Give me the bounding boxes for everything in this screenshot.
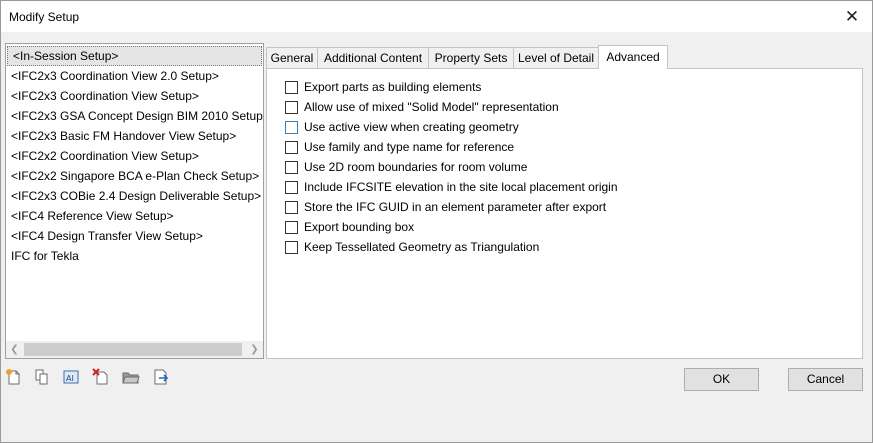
setup-item[interactable]: <IFC2x3 GSA Concept Design BIM 2010 Setu… bbox=[6, 106, 263, 126]
option-label: Include IFCSITE elevation in the site lo… bbox=[304, 180, 618, 194]
setup-item[interactable]: <IFC2x3 Basic FM Handover View Setup> bbox=[6, 126, 263, 146]
option-use-active-view[interactable]: Use active view when creating geometry bbox=[285, 119, 519, 135]
setup-item[interactable]: <IFC4 Reference View Setup> bbox=[6, 206, 263, 226]
option-label: Export parts as building elements bbox=[304, 80, 482, 94]
checkbox[interactable] bbox=[285, 220, 298, 234]
option-ifcsite-elevation[interactable]: Include IFCSITE elevation in the site lo… bbox=[285, 179, 618, 195]
option-label: Use active view when creating geometry bbox=[304, 120, 519, 134]
duplicate-setup-icon[interactable] bbox=[33, 368, 51, 386]
scroll-left-icon[interactable]: ❮ bbox=[6, 341, 23, 358]
tab-advanced[interactable]: Advanced bbox=[598, 45, 668, 69]
setup-item[interactable]: <IFC2x3 Coordination View Setup> bbox=[6, 86, 263, 106]
option-2d-room-boundaries[interactable]: Use 2D room boundaries for room volume bbox=[285, 159, 527, 175]
svg-text:AI: AI bbox=[66, 374, 74, 383]
option-label: Use 2D room boundaries for room volume bbox=[304, 160, 528, 174]
option-label: Use family and type name for reference bbox=[304, 140, 515, 154]
checkbox[interactable] bbox=[285, 160, 298, 174]
option-export-parts[interactable]: Export parts as building elements bbox=[285, 79, 481, 95]
option-export-bounding-box[interactable]: Export bounding box bbox=[285, 219, 414, 235]
option-mixed-solid-model[interactable]: Allow use of mixed "Solid Model" represe… bbox=[285, 99, 559, 115]
checkbox[interactable] bbox=[285, 180, 298, 194]
modify-setup-dialog: Modify Setup ✕ <In-Session Setup> <IFC2x… bbox=[0, 0, 873, 443]
new-setup-icon[interactable] bbox=[5, 368, 23, 386]
ok-button[interactable]: OK bbox=[684, 368, 759, 391]
rename-setup-icon[interactable]: AI bbox=[62, 368, 80, 386]
title-bar: Modify Setup ✕ bbox=[1, 1, 872, 32]
tab-general[interactable]: General bbox=[266, 47, 318, 68]
option-tessellated-geometry[interactable]: Keep Tessellated Geometry as Triangulati… bbox=[285, 239, 539, 255]
tab-level-of-detail[interactable]: Level of Detail bbox=[513, 47, 599, 68]
delete-setup-icon[interactable] bbox=[92, 368, 110, 386]
import-setup-icon[interactable] bbox=[122, 368, 140, 386]
checkbox[interactable] bbox=[285, 240, 298, 254]
setup-item[interactable]: <IFC4 Design Transfer View Setup> bbox=[6, 226, 263, 246]
setup-item[interactable]: <IFC2x3 Coordination View 2.0 Setup> bbox=[6, 66, 263, 86]
setup-item[interactable]: <In-Session Setup> bbox=[7, 46, 262, 66]
tab-property-sets[interactable]: Property Sets bbox=[428, 47, 514, 68]
setup-item[interactable]: <IFC2x2 Singapore BCA e-Plan Check Setup… bbox=[6, 166, 263, 186]
window-title: Modify Setup bbox=[9, 10, 80, 24]
option-label: Store the IFC GUID in an element paramet… bbox=[304, 200, 607, 214]
scroll-right-icon[interactable]: ❯ bbox=[246, 341, 263, 358]
checkbox[interactable] bbox=[285, 100, 298, 114]
option-label: Export bounding box bbox=[304, 220, 415, 234]
cancel-button[interactable]: Cancel bbox=[788, 368, 863, 391]
checkbox[interactable] bbox=[285, 120, 298, 134]
option-family-type-name[interactable]: Use family and type name for reference bbox=[285, 139, 514, 155]
checkbox[interactable] bbox=[285, 200, 298, 214]
close-icon: ✕ bbox=[844, 6, 860, 26]
setup-item[interactable]: <IFC2x3 COBie 2.4 Design Deliverable Set… bbox=[6, 186, 263, 206]
setup-list[interactable]: <In-Session Setup> <IFC2x3 Coordination … bbox=[5, 43, 264, 359]
option-label: Keep Tessellated Geometry as Triangulati… bbox=[304, 240, 540, 254]
horizontal-scrollbar[interactable]: ❮ ❯ bbox=[6, 341, 263, 358]
tab-additional-content[interactable]: Additional Content bbox=[317, 47, 429, 68]
scroll-thumb[interactable] bbox=[24, 343, 242, 356]
checkbox[interactable] bbox=[285, 140, 298, 154]
close-button[interactable]: ✕ bbox=[832, 1, 872, 32]
advanced-tab-panel: Export parts as building elements Allow … bbox=[266, 68, 863, 359]
option-label: Allow use of mixed "Solid Model" represe… bbox=[304, 100, 559, 114]
setup-item[interactable]: IFC for Tekla bbox=[6, 246, 263, 266]
checkbox[interactable] bbox=[285, 80, 298, 94]
option-store-ifc-guid[interactable]: Store the IFC GUID in an element paramet… bbox=[285, 199, 606, 215]
setup-item[interactable]: <IFC2x2 Coordination View Setup> bbox=[6, 146, 263, 166]
export-setup-icon[interactable] bbox=[152, 368, 170, 386]
